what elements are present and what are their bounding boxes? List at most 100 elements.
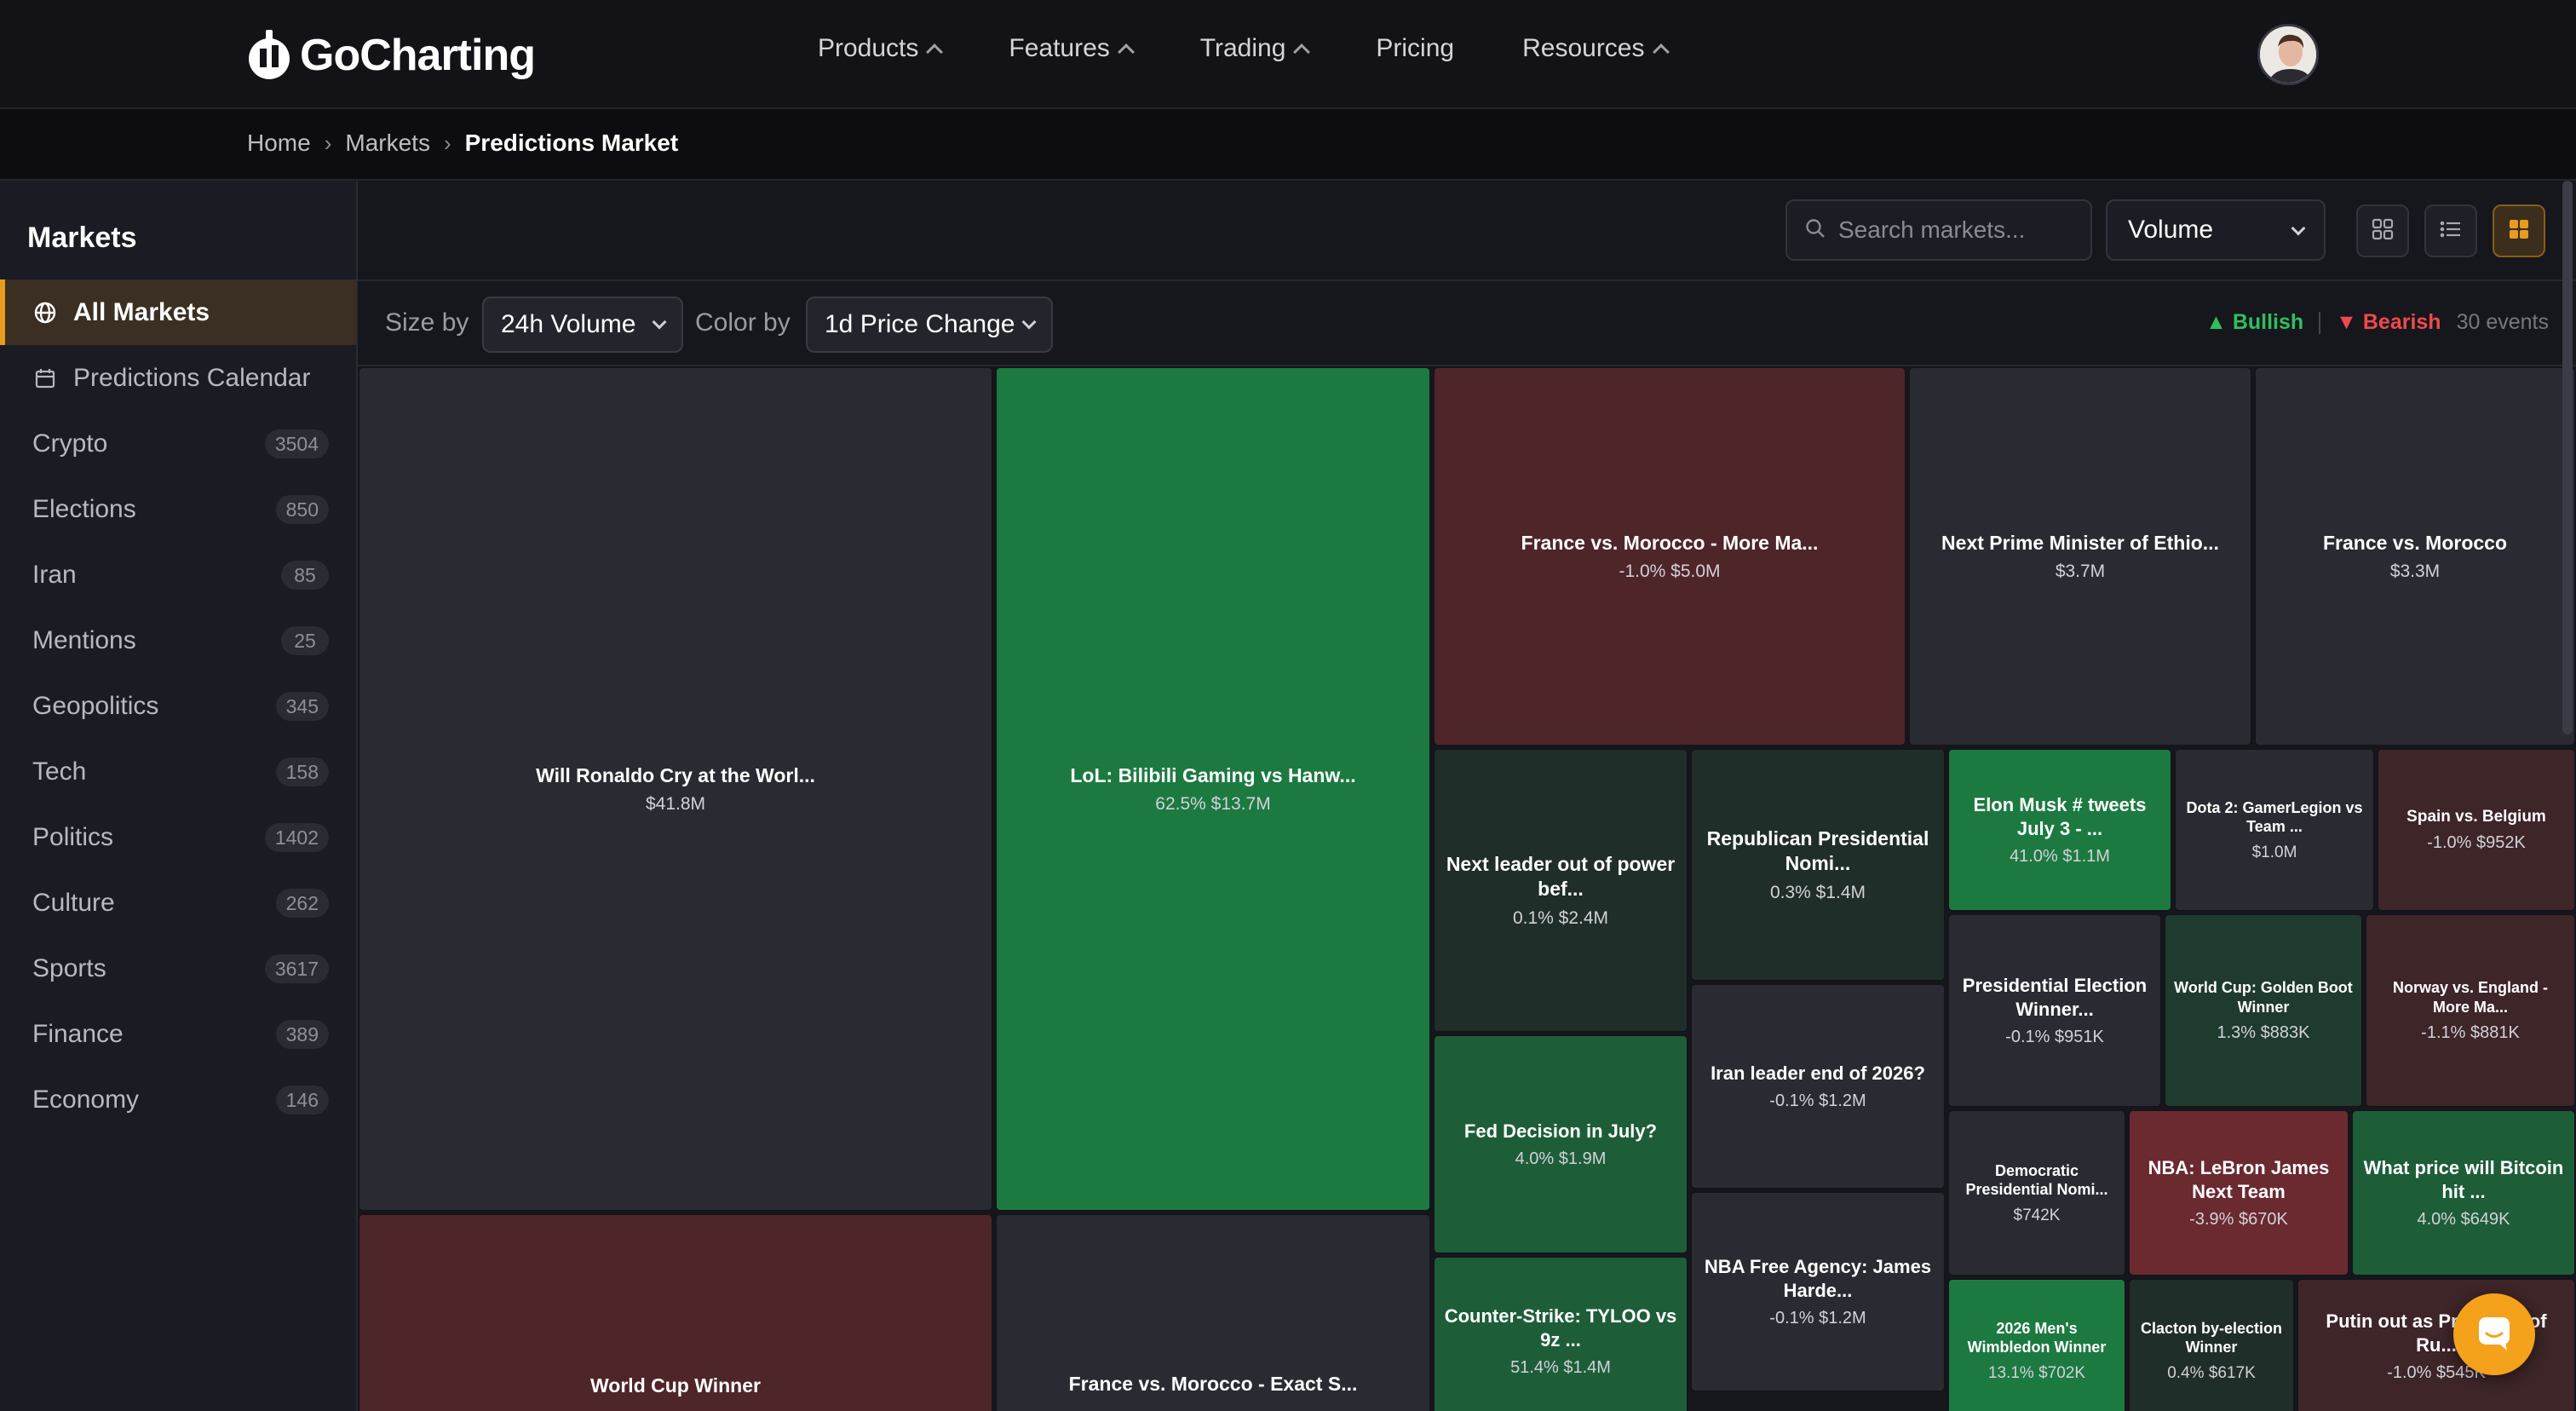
count-badge: 85	[281, 561, 329, 590]
treemap-tile[interactable]: NBA Free Agency: James Harde... -0.1% $1…	[1690, 1191, 1946, 1392]
scrollbar[interactable]	[2562, 181, 2573, 734]
sidebar-item-label: Crypto	[32, 429, 108, 458]
chevron-down-icon	[652, 314, 667, 330]
tile-title: Spain vs. Belgium	[2406, 807, 2546, 826]
tile-subtitle: $742K	[2013, 1206, 2061, 1224]
search-input[interactable]	[1838, 216, 2077, 244]
tile-title: Republican Presidential Nomi...	[1706, 827, 1929, 874]
treemap-tile[interactable]: NBA: LeBron James Next Team -3.9% $670K	[2128, 1109, 2349, 1276]
sidebar-item-politics[interactable]: Politics 1402	[0, 804, 356, 870]
treemap-tile[interactable]: France vs. Morocco $3.3M	[2254, 366, 2576, 746]
sidebar-item-finance[interactable]: Finance 389	[0, 1001, 356, 1067]
treemap-tile[interactable]: World Cup Winner	[358, 1213, 993, 1411]
sidebar-item-all-markets[interactable]: All Markets	[0, 279, 356, 345]
breadcrumb-home[interactable]: Home	[247, 130, 311, 157]
grid-view-button[interactable]	[2356, 204, 2409, 257]
tile-title: France vs. Morocco - Exact S...	[1068, 1373, 1358, 1395]
nav-resources[interactable]: Resources	[1522, 34, 1670, 63]
nav-features[interactable]: Features	[1009, 34, 1135, 63]
tile-subtitle: -1.1% $881K	[2421, 1023, 2520, 1042]
treemap-tile[interactable]: Next Prime Minister of Ethio... $3.7M	[1908, 366, 2252, 746]
color-legend: ▲ Bullish ▼ Bearish 30 events	[2205, 310, 2549, 335]
nav-label: Pricing	[1376, 34, 1455, 62]
chat-button[interactable]	[2453, 1293, 2535, 1375]
globe-icon	[32, 300, 58, 325]
chevron-down-icon	[2291, 221, 2306, 236]
count-badge: 158	[275, 757, 329, 786]
search-box[interactable]	[1785, 199, 2092, 261]
sidebar-item-label: Mentions	[32, 625, 136, 654]
treemap-tile[interactable]: Counter-Strike: TYLOO vs 9z ... 51.4% $1…	[1433, 1256, 1688, 1411]
main-nav: Products Features Trading Pricing Resour…	[818, 34, 1670, 63]
tile-subtitle: 51.4% $1.4M	[1510, 1358, 1611, 1377]
breadcrumb-markets[interactable]: Markets	[345, 130, 430, 157]
treemap: Will Ronaldo Cry at the Worl... $41.8M L…	[358, 366, 2576, 1411]
treemap-tile[interactable]: Will Ronaldo Cry at the Worl... $41.8M	[358, 366, 993, 1212]
treemap-tile[interactable]: Iran leader end of 2026? -0.1% $1.2M	[1690, 983, 1946, 1189]
tile-title: Dota 2: GamerLegion vs Team ...	[2186, 798, 2363, 836]
tile-title: Next leader out of power bef...	[1446, 853, 1676, 900]
treemap-tile[interactable]: Republican Presidential Nomi... 0.3% $1.…	[1690, 748, 1946, 982]
tile-title: France vs. Morocco - More Ma...	[1521, 531, 1819, 554]
color-by-select[interactable]: 1d Price Change	[806, 297, 1053, 353]
sidebar-item-economy[interactable]: Economy 146	[0, 1067, 356, 1132]
sidebar-item-mentions[interactable]: Mentions 25	[0, 608, 356, 673]
logo[interactable]: GoCharting	[247, 26, 536, 85]
sidebar-list: All Markets Predictions Calendar Crypto 3…	[0, 279, 356, 1132]
tile-subtitle: 0.4% $617K	[2167, 1363, 2256, 1382]
treemap-tile[interactable]: France vs. Morocco - Exact S...	[995, 1213, 1431, 1411]
list-view-button[interactable]	[2424, 204, 2477, 257]
treemap-tile[interactable]: LoL: Bilibili Gaming vs Hanw... 62.5% $1…	[995, 366, 1431, 1212]
treemap-tile[interactable]: Putin out as President of Ru... -1.0% $5…	[2297, 1278, 2576, 1411]
toolbar: Volume	[358, 181, 2576, 281]
treemap-tile[interactable]: World Cup: Golden Boot Winner 1.3% $883K	[2164, 913, 2363, 1108]
treemap-tile[interactable]: Next leader out of power bef... 0.1% $2.…	[1433, 748, 1688, 1033]
treemap-view-button[interactable]	[2493, 204, 2545, 257]
filter-bar: Size by 24h Volume Color by 1d Price Cha…	[358, 281, 2576, 366]
size-by-select[interactable]: 24h Volume	[482, 297, 683, 353]
count-badge: 345	[275, 692, 329, 721]
logo-icon	[247, 28, 291, 83]
treemap-tile[interactable]: Presidential Election Winner... -0.1% $9…	[1947, 913, 2162, 1108]
sort-select[interactable]: Volume	[2106, 199, 2326, 261]
sidebar-item-geopolitics[interactable]: Geopolitics 345	[0, 673, 356, 739]
sidebar-item-label: Predictions Calendar	[73, 363, 311, 392]
tile-subtitle: 13.1% $702K	[1987, 1363, 2086, 1382]
nav-products[interactable]: Products	[818, 34, 944, 63]
count-badge: 146	[275, 1086, 329, 1114]
tile-title: France vs. Morocco	[2322, 531, 2508, 554]
tile-subtitle: 0.3% $1.4M	[1769, 882, 1866, 902]
chat-icon	[2475, 1313, 2514, 1356]
tile-title: Next Prime Minister of Ethio...	[1941, 531, 2219, 554]
sidebar-item-tech[interactable]: Tech 158	[0, 739, 356, 804]
count-badge: 850	[275, 495, 329, 524]
search-icon	[1804, 217, 1826, 244]
count-badge: 262	[275, 889, 329, 918]
tile-title: Presidential Election Winner...	[1962, 975, 2148, 1020]
chevron-up-icon	[1117, 43, 1135, 60]
nav-trading[interactable]: Trading	[1200, 34, 1311, 63]
treemap-tile[interactable]: What price will Bitcoin hit ... 4.0% $64…	[2351, 1109, 2576, 1276]
treemap-tile[interactable]: France vs. Morocco - More Ma... -1.0% $5…	[1433, 366, 1906, 746]
sidebar-item-elections[interactable]: Elections 850	[0, 476, 356, 542]
treemap-tile[interactable]: Fed Decision in July? 4.0% $1.9M	[1433, 1034, 1688, 1254]
sidebar-item-culture[interactable]: Culture 262	[0, 870, 356, 936]
sidebar-item-label: Politics	[32, 822, 114, 851]
avatar[interactable]	[2257, 24, 2319, 85]
treemap-tile[interactable]: Norway vs. England - More Ma... -1.1% $8…	[2365, 913, 2576, 1108]
treemap-tile[interactable]: Dota 2: GamerLegion vs Team ... $1.0M	[2174, 748, 2375, 912]
sidebar-item-sports[interactable]: Sports 3617	[0, 936, 356, 1001]
sidebar-item-predictions-calendar[interactable]: Predictions Calendar	[0, 345, 356, 411]
count-badge: 389	[275, 1020, 329, 1049]
nav-label: Products	[818, 34, 919, 62]
sidebar-item-crypto[interactable]: Crypto 3504	[0, 411, 356, 476]
treemap-tile[interactable]: Elon Musk # tweets July 3 - ... 41.0% $1…	[1947, 748, 2172, 912]
treemap-tile[interactable]: Spain vs. Belgium -1.0% $952K	[2377, 748, 2576, 912]
treemap-tile[interactable]: 2026 Men's Wimbledon Winner 13.1% $702K	[1947, 1278, 2126, 1411]
sidebar-item-iran[interactable]: Iran 85	[0, 542, 356, 608]
nav-pricing[interactable]: Pricing	[1376, 34, 1454, 63]
treemap-tile[interactable]: Clacton by-election Winner 0.4% $617K	[2128, 1278, 2295, 1411]
treemap-icon	[2507, 217, 2531, 245]
treemap-tile[interactable]: Democratic Presidential Nomi... $742K	[1947, 1109, 2126, 1276]
count-badge: 3617	[264, 954, 329, 983]
